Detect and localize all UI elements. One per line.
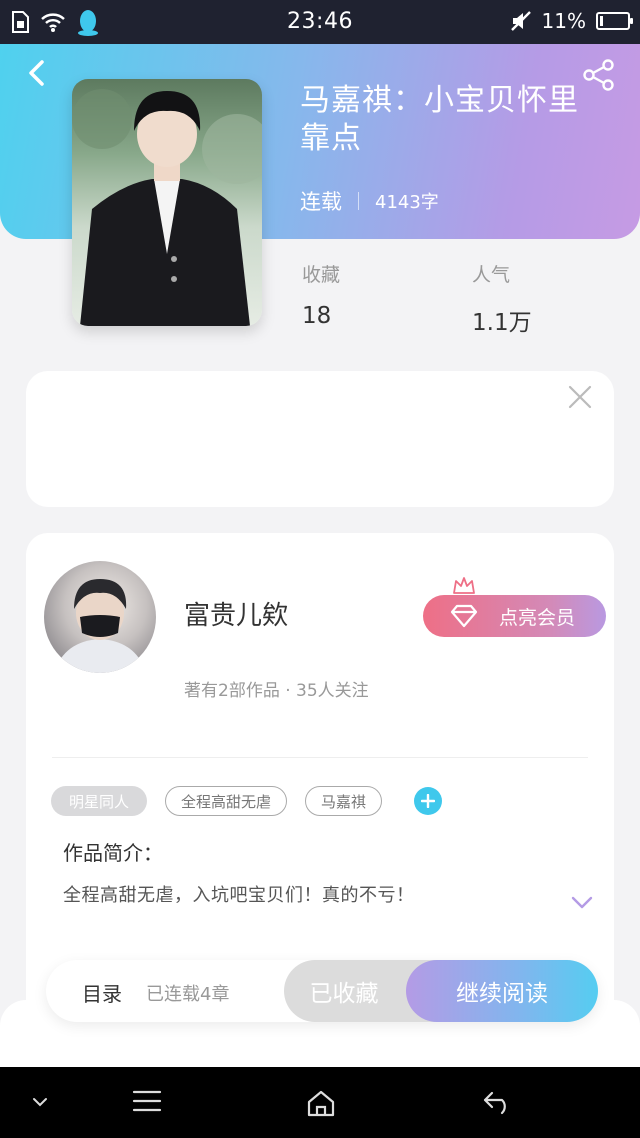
- status-bar: 23:46 11%: [0, 0, 640, 44]
- chapter-count: 已连载4章: [146, 984, 230, 1005]
- author-name[interactable]: 富贵儿欸: [184, 595, 288, 632]
- ad-card: [26, 371, 614, 507]
- continue-reading-button[interactable]: 继续阅读: [406, 960, 598, 1022]
- chevron-down-icon[interactable]: [32, 1097, 48, 1107]
- home-icon[interactable]: [306, 1089, 336, 1117]
- back-icon[interactable]: [482, 1089, 514, 1115]
- add-tag-button[interactable]: [414, 787, 442, 815]
- collected-label: 已收藏: [309, 981, 379, 1007]
- mute-icon: [510, 11, 531, 31]
- favorites-value: 18: [302, 303, 332, 329]
- popularity-value: 1.1万: [472, 310, 532, 336]
- back-arrow-icon[interactable]: [22, 58, 52, 88]
- battery-level: [600, 16, 603, 26]
- popularity-label: 人气: [472, 264, 511, 286]
- avatar-image: [54, 579, 146, 673]
- serial-info: 连载 4143字: [300, 186, 439, 216]
- plus-icon: [421, 794, 435, 808]
- battery-percent: 11%: [541, 9, 586, 33]
- cover-portrait: [72, 89, 262, 326]
- book-title: 马嘉祺：小宝贝怀里靠点: [300, 83, 579, 156]
- serial-status: 连载: [300, 190, 342, 214]
- intro-label: 作品简介：: [63, 841, 163, 865]
- tag-chip[interactable]: 明星同人: [51, 786, 147, 816]
- word-count: 4143字: [375, 192, 439, 213]
- author-avatar[interactable]: [44, 561, 156, 673]
- crown-icon: [453, 577, 475, 594]
- read-label: 继续阅读: [456, 981, 548, 1007]
- chevron-down-icon[interactable]: [571, 896, 593, 910]
- menu-icon[interactable]: [132, 1089, 162, 1113]
- separator: [358, 192, 359, 210]
- tag-chip[interactable]: 全程高甜无虐: [165, 786, 287, 816]
- popularity-stat: 人气 1.1万: [472, 260, 532, 337]
- intro-text: 全程高甜无虐，入坑吧宝贝们！真的不亏！: [63, 885, 415, 906]
- vip-label: 点亮会员: [499, 606, 576, 629]
- table-of-contents-button[interactable]: 目录: [82, 978, 122, 1007]
- diamond-icon: [450, 604, 478, 628]
- battery-icon: [596, 12, 633, 30]
- system-nav-bar: [0, 1067, 640, 1138]
- divider: [52, 757, 588, 758]
- favorites-label: 收藏: [302, 264, 341, 286]
- author-meta: 著有2部作品 · 35人关注: [184, 681, 369, 701]
- book-cover-image[interactable]: [72, 79, 262, 326]
- activate-vip-button[interactable]: 点亮会员: [423, 595, 606, 637]
- close-icon[interactable]: [568, 385, 592, 409]
- action-bar: 目录 已连载4章 已收藏 继续阅读: [46, 960, 598, 1022]
- tag-list: 明星同人 全程高甜无虐 马嘉祺: [51, 786, 442, 816]
- favorites-stat: 收藏 18: [302, 260, 340, 329]
- tag-chip[interactable]: 马嘉祺: [305, 786, 382, 816]
